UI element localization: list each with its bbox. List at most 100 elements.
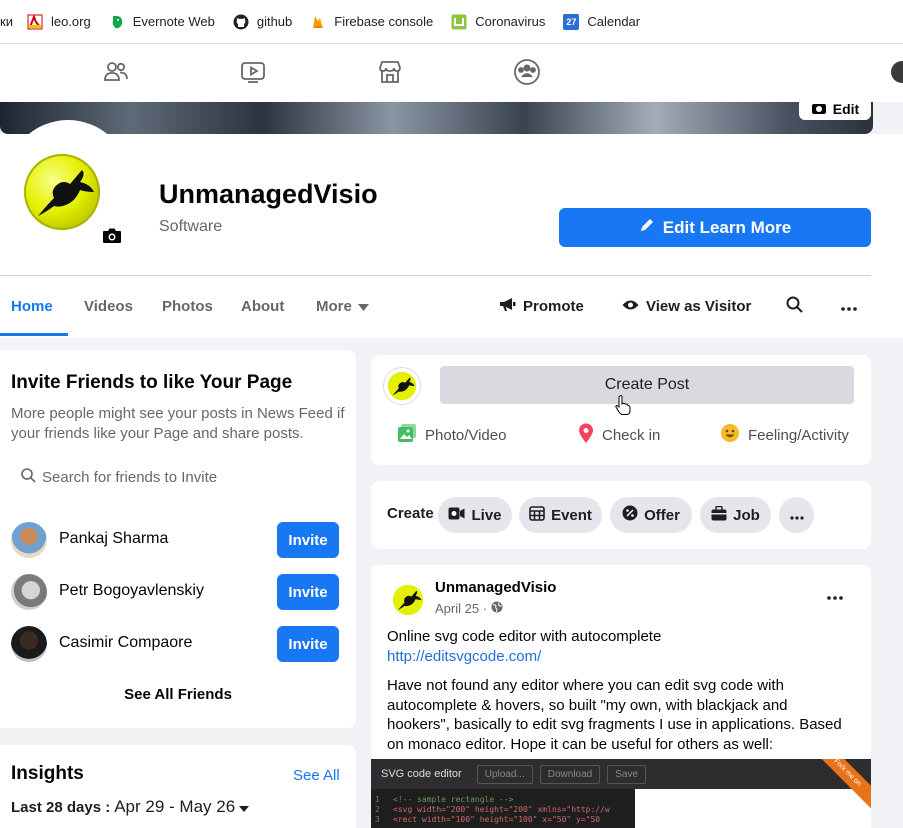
edit-cover-button[interactable]: Edit	[799, 102, 871, 120]
post-link[interactable]: http://editsvgcode.com/	[387, 648, 541, 665]
bookmark-label: Evernote Web	[132, 14, 215, 29]
line-number: 2	[375, 805, 380, 814]
post-author-name[interactable]: UnmanagedVisio	[435, 579, 556, 596]
bookmarks-bar: ки leo.org Evernote Web github Firebase …	[0, 0, 903, 44]
edit-learn-more-label: Edit Learn More	[662, 217, 792, 237]
avatar[interactable]	[11, 574, 47, 610]
live-button[interactable]: Live	[438, 497, 512, 533]
invite-button[interactable]: Invite	[277, 626, 339, 662]
bookmark-coronavirus[interactable]: Coronavirus	[451, 14, 545, 30]
bookmark-label: Coronavirus	[475, 14, 546, 29]
insights-card: Insights See All Last 28 days : Apr 29 -…	[0, 745, 356, 828]
caret-down-icon	[239, 799, 250, 816]
update-photo-button[interactable]	[98, 224, 126, 252]
page-logo[interactable]	[24, 154, 100, 230]
caret-down-icon	[357, 298, 369, 315]
bookmark-github[interactable]: github	[233, 14, 292, 30]
camera-icon	[811, 102, 827, 118]
bookmark-leo[interactable]: leo.org	[27, 13, 91, 30]
bookmark-label: Calendar	[587, 14, 641, 29]
bookmark-firebase[interactable]: Firebase console	[310, 14, 433, 30]
post-options-button[interactable]	[827, 587, 843, 605]
friend-name[interactable]: Pankaj Sharma	[59, 530, 168, 548]
event-label: Event	[551, 506, 592, 524]
event-button[interactable]: Event	[519, 497, 602, 533]
insights-see-all-link[interactable]: See All	[293, 767, 340, 784]
more-options-button[interactable]	[841, 276, 857, 336]
job-label: Job	[733, 506, 760, 524]
page-avatar[interactable]	[383, 367, 421, 405]
post-image[interactable]: SVG code editor Upload... Download Save …	[371, 759, 871, 828]
feeling-icon	[720, 423, 740, 447]
post-author-avatar[interactable]	[389, 581, 427, 619]
friend-name[interactable]: Petr Bogoyavlenskiy	[59, 582, 204, 600]
ellipsis-icon	[789, 507, 804, 524]
create-tools-label: Create	[387, 505, 434, 522]
invite-button[interactable]: Invite	[277, 522, 339, 558]
more-create-options-button[interactable]	[779, 497, 814, 533]
facebook-top-nav	[0, 44, 903, 102]
invite-search-placeholder: Search for friends to Invite	[42, 468, 218, 486]
page-title[interactable]: UnmanagedVisio	[159, 179, 378, 210]
see-all-friends-link[interactable]: See All Friends	[0, 686, 356, 703]
bookmark-cut-off[interactable]: ки	[0, 14, 13, 29]
photo-video-label: Photo/Video	[425, 426, 507, 444]
github-icon	[233, 14, 249, 30]
cover-photo: Edit	[0, 102, 873, 134]
view-as-visitor-button[interactable]: View as Visitor	[622, 276, 751, 336]
event-icon	[529, 505, 545, 525]
account-avatar[interactable]	[891, 61, 903, 83]
post-line: Online svg code editor with autocomplete	[387, 628, 662, 645]
line-number: 3	[375, 815, 380, 824]
coronavirus-icon	[451, 14, 467, 30]
tab-about[interactable]: About	[241, 276, 284, 336]
tab-photos[interactable]: Photos	[162, 276, 213, 336]
bookmark-evernote[interactable]: Evernote Web	[109, 14, 215, 30]
search-button[interactable]	[786, 276, 803, 336]
tab-videos[interactable]: Videos	[84, 276, 133, 336]
watch-icon[interactable]	[239, 58, 267, 86]
offer-label: Offer	[644, 506, 680, 524]
offer-button[interactable]: Offer	[610, 497, 692, 533]
tab-home[interactable]: Home	[11, 276, 53, 336]
tab-more[interactable]: More	[316, 276, 369, 336]
megaphone-icon	[499, 297, 516, 316]
hand-cursor-icon	[615, 395, 631, 420]
create-post-label: Create Post	[604, 376, 690, 393]
globe-icon	[491, 601, 503, 616]
editor-save-button: Save	[607, 764, 647, 784]
create-post-button[interactable]: Create Post	[440, 366, 854, 415]
post-card: UnmanagedVisio April 25 · Online svg cod…	[371, 565, 871, 828]
invite-search-input[interactable]: Search for friends to Invite	[11, 460, 341, 494]
check-in-button[interactable]: Check in	[578, 423, 660, 447]
check-in-label: Check in	[602, 426, 661, 444]
bookmark-label: Firebase console	[334, 14, 434, 29]
feeling-activity-button[interactable]: Feeling/Activity	[720, 423, 849, 447]
edit-cover-label: Edit	[832, 102, 860, 117]
page-category[interactable]: Software	[159, 218, 222, 236]
invite-button[interactable]: Invite	[277, 574, 339, 610]
live-label: Live	[471, 506, 502, 524]
insights-period-selector[interactable]: Last 28 days : Apr 29 - May 26	[11, 797, 250, 817]
pencil-icon	[639, 217, 655, 238]
post-body: Have not found any editor where you can …	[387, 677, 842, 753]
friend-name[interactable]: Casimir Compaore	[59, 634, 192, 652]
photo-video-button[interactable]: Photo/Video	[397, 423, 506, 447]
editor-download-button: Download	[539, 764, 601, 784]
search-icon	[786, 296, 803, 317]
promote-button[interactable]: Promote	[499, 276, 584, 336]
groups-icon[interactable]	[513, 58, 541, 86]
friend-row: Pankaj Sharma Invite	[11, 520, 341, 560]
marketplace-icon[interactable]	[376, 58, 404, 86]
bookmark-label: leo.org	[50, 14, 91, 29]
friends-icon[interactable]	[102, 58, 130, 86]
bookmark-calendar[interactable]: 27 Calendar	[563, 13, 641, 30]
view-as-visitor-label: View as Visitor	[646, 297, 752, 315]
avatar[interactable]	[11, 522, 47, 558]
job-button[interactable]: Job	[700, 497, 771, 533]
eye-icon	[622, 298, 639, 315]
create-tools-card: Create Live Event Offer Job	[371, 481, 871, 549]
edit-learn-more-button[interactable]: Edit Learn More	[559, 208, 871, 247]
post-date[interactable]: April 25 ·	[435, 601, 503, 616]
avatar[interactable]	[11, 626, 47, 662]
